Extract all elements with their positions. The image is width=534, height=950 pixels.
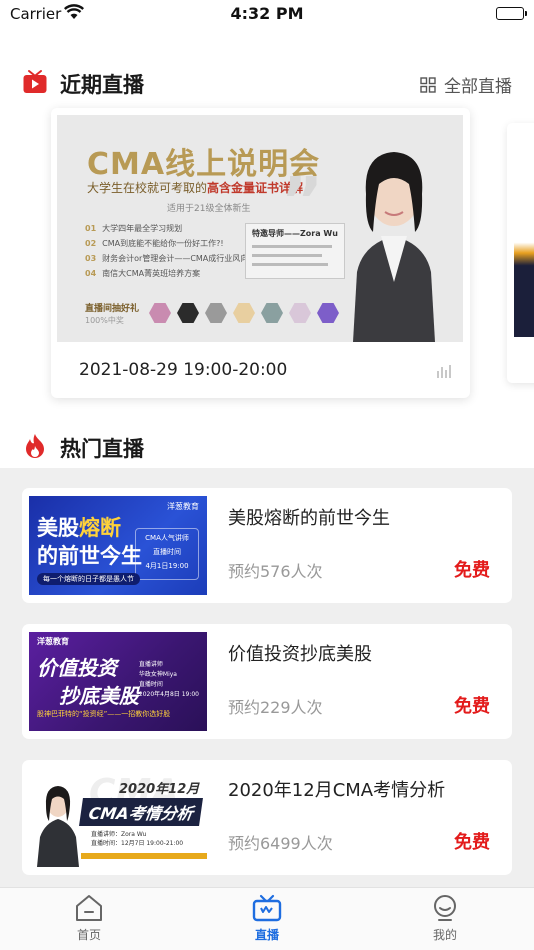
tab-bar: 首页 直播 我的 bbox=[0, 887, 534, 950]
poster-gift-icons bbox=[149, 303, 339, 323]
recent-live-header: 近期直播 全部直播 bbox=[0, 63, 534, 103]
all-live-label: 全部直播 bbox=[444, 77, 512, 97]
bar-chart-icon bbox=[436, 362, 454, 382]
all-live-link[interactable]: 全部直播 bbox=[420, 72, 512, 97]
hot-live-item-count: 预约576人次 bbox=[228, 562, 323, 581]
hot-live-item-price: 免费 bbox=[454, 560, 490, 581]
tab-live[interactable]: 直播 bbox=[227, 894, 307, 943]
recent-live-title: 近期直播 bbox=[60, 73, 144, 97]
teacher-photo bbox=[353, 152, 435, 342]
hot-live-item-price: 免费 bbox=[454, 696, 490, 717]
hot-live-item-count: 预约229人次 bbox=[228, 698, 323, 717]
poster-subtitle: 大学生在校就可考取的高含金量证书详解 bbox=[87, 181, 304, 195]
hot-live-thumbnail: 洋葱教育 价值投资 抄底美股 直播讲师 华政女神Miya 直播时间 2020年4月8日… bbox=[29, 632, 207, 731]
poster-gift-title: 直播间抽好礼 bbox=[85, 304, 140, 314]
flame-icon bbox=[22, 433, 48, 459]
poster-note: 适用于21级全体新生 bbox=[167, 204, 251, 214]
recent-live-card-next[interactable] bbox=[507, 123, 534, 383]
recent-live-time: 2021-08-29 19:00-20:00 bbox=[79, 360, 288, 380]
hot-live-item-title: 价值投资抄底美股 bbox=[228, 644, 372, 665]
hot-live-item-count: 预约6499人次 bbox=[228, 834, 333, 853]
grid-icon bbox=[420, 76, 436, 93]
hot-live-item[interactable]: 洋葱教育 美股熔断 的前世今生 CMA人气讲师 直播时间 4月1日19:00 每一个… bbox=[22, 488, 512, 603]
hot-live-header: 热门直播 bbox=[0, 427, 534, 467]
tv-red-icon bbox=[22, 69, 48, 95]
hot-live-thumbnail: CMA 2020年12月 CMA考情分析 直播讲师：Zora Wu 直播时间：12… bbox=[29, 768, 207, 867]
poster-gift-note: 100%中奖 bbox=[85, 316, 124, 325]
tab-home[interactable]: 首页 bbox=[49, 894, 129, 943]
hot-live-item[interactable]: 洋葱教育 价值投资 抄底美股 直播讲师 华政女神Miya 直播时间 2020年4月8日… bbox=[22, 624, 512, 739]
tv-icon bbox=[252, 894, 282, 922]
hot-live-item[interactable]: CMA 2020年12月 CMA考情分析 直播讲师：Zora Wu 直播时间：12… bbox=[22, 760, 512, 875]
battery-icon bbox=[496, 7, 527, 20]
hot-live-item-title: 美股熔断的前世今生 bbox=[228, 508, 390, 529]
poster-teacher-box: 特邀导师——Zora Wu bbox=[245, 223, 345, 279]
clock: 4:32 PM bbox=[230, 4, 304, 23]
tab-profile[interactable]: 我的 bbox=[405, 894, 485, 943]
status-bar: Carrier 4:32 PM bbox=[0, 0, 534, 30]
home-icon bbox=[76, 895, 102, 921]
hot-live-thumbnail: 洋葱教育 美股熔断 的前世今生 CMA人气讲师 直播时间 4月1日19:00 每一个… bbox=[29, 496, 207, 595]
recent-live-poster: CMA线上说明会 大学生在校就可考取的高含金量证书详解 适用于21级全体新生 ”… bbox=[57, 115, 463, 342]
hot-live-item-title: 2020年12月CMA考情分析 bbox=[228, 780, 446, 801]
hot-live-item-price: 免费 bbox=[454, 832, 490, 853]
hot-live-title: 热门直播 bbox=[60, 437, 144, 461]
profile-icon bbox=[434, 895, 456, 921]
recent-live-card[interactable]: CMA线上说明会 大学生在校就可考取的高含金量证书详解 适用于21级全体新生 ”… bbox=[51, 108, 470, 398]
